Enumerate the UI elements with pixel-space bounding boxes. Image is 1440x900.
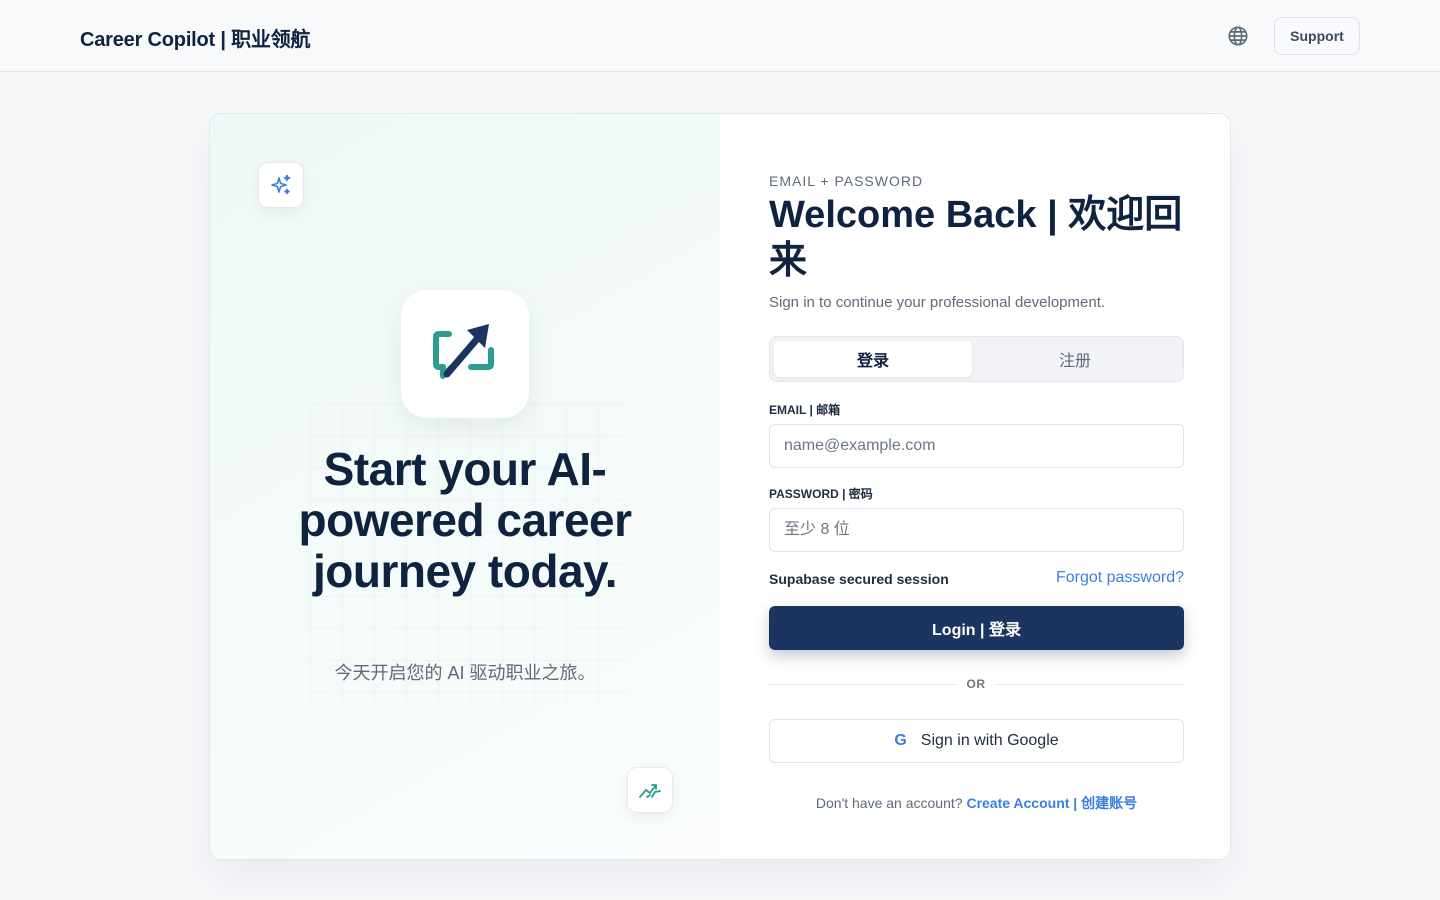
divider-label: OR — [956, 677, 996, 691]
hero-panel: Start your AI-powered career journey tod… — [210, 114, 720, 859]
password-label: PASSWORD | 密码 — [769, 487, 873, 501]
google-signin-button[interactable]: G Sign in with Google — [769, 719, 1184, 763]
app-logo-tile — [401, 290, 529, 418]
google-signin-label: Sign in with Google — [920, 732, 1059, 749]
login-form: EMAIL + PASSWORD Welcome Back | 欢迎回来 Sig… — [769, 114, 1184, 859]
tab-register[interactable]: 注册 — [976, 341, 1174, 377]
hero-title: Start your AI-powered career journey tod… — [298, 443, 632, 597]
sparkles-icon — [271, 174, 291, 195]
globe-icon[interactable] — [1227, 25, 1249, 47]
brand-name[interactable]: Career Copilot | 职业领航 — [80, 23, 311, 52]
arrow-chat-logo — [433, 324, 494, 379]
form-subtitle: Sign in to continue your professional de… — [769, 294, 1106, 311]
support-button[interactable]: Support — [1274, 17, 1360, 55]
password-field[interactable] — [769, 508, 1184, 552]
email-field[interactable] — [769, 424, 1184, 468]
login-button[interactable]: Login | 登录 — [769, 606, 1184, 650]
tab-login[interactable]: 登录 — [774, 341, 972, 377]
auth-tabs: 登录 注册 — [769, 336, 1184, 382]
session-note: Supabase secured session — [769, 571, 949, 587]
email-label: EMAIL | 邮箱 — [769, 403, 841, 417]
signup-prompt: Don't have an account? — [815, 795, 963, 811]
top-bar: Career Copilot | 职业领航 Support — [0, 0, 1440, 72]
hero-subtitle: 今天开启您的 AI 驱动职业之旅。 — [334, 663, 596, 683]
form-eyebrow: EMAIL + PASSWORD — [769, 173, 924, 189]
trend-chart-icon — [639, 784, 661, 798]
sparkle-badge — [258, 162, 304, 208]
google-icon: G — [894, 732, 907, 749]
create-account-link[interactable]: Create Account | 创建账号 — [966, 795, 1137, 811]
chart-badge — [627, 767, 673, 813]
form-title: Welcome Back | 欢迎回来 — [769, 194, 1183, 282]
auth-card: Start your AI-powered career journey tod… — [209, 113, 1231, 860]
forgot-password-link[interactable]: Forgot password? — [1056, 569, 1184, 587]
signup-line: Don't have an account? Create Account | … — [769, 793, 1184, 813]
